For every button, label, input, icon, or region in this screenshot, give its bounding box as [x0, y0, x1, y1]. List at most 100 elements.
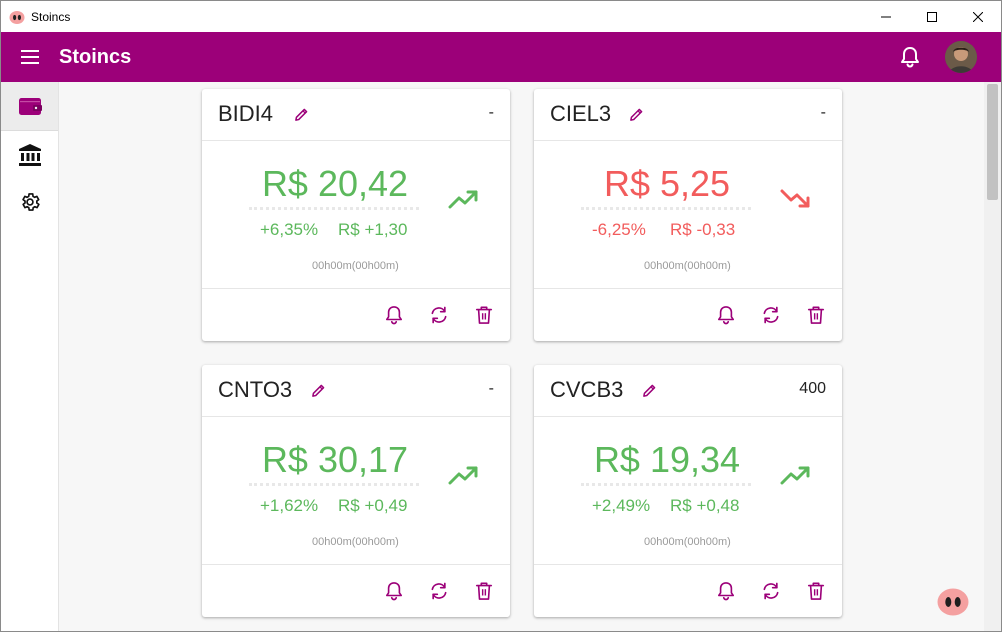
stock-price: R$ 20,42 — [261, 163, 409, 204]
edit-ticker-button[interactable] — [641, 382, 657, 398]
stock-price: R$ 19,34 — [593, 439, 741, 480]
refresh-button[interactable] — [427, 303, 451, 327]
rail-item-wallet[interactable] — [1, 82, 58, 130]
refresh-button[interactable] — [759, 303, 783, 327]
stock-list-panel: BIDI4 - R$ 20,42 +6,35% R$ +1,30 00h00m(00h00… — [59, 82, 984, 631]
trending-up-icon — [780, 466, 810, 485]
stock-quantity: 400 — [799, 380, 826, 397]
user-avatar[interactable] — [945, 41, 977, 73]
stock-change-value: R$ +0,49 — [338, 496, 408, 515]
refresh-icon — [431, 582, 447, 600]
stock-quantity: - — [488, 104, 494, 121]
pig-fab-icon[interactable] — [937, 588, 969, 616]
pencil-icon — [642, 384, 655, 397]
trend-indicator — [448, 187, 480, 211]
stock-ticker: CNTO3 — [218, 377, 293, 402]
maximize-button[interactable] — [909, 1, 955, 32]
pencil-icon — [629, 108, 642, 121]
stock-ticker: CVCB3 — [550, 377, 624, 402]
update-time: 00h00m(00h00m) — [644, 536, 731, 548]
stock-quantity: - — [820, 104, 826, 121]
edit-ticker-button[interactable] — [310, 382, 326, 398]
stock-ticker: BIDI4 — [218, 101, 274, 126]
stock-price: R$ 5,25 — [603, 163, 731, 204]
stock-ticker: CIEL3 — [550, 101, 612, 126]
card-header: BIDI4 - — [202, 89, 510, 141]
stock-change-percent: +2,49% — [592, 496, 651, 515]
refresh-icon — [763, 582, 779, 600]
trash-icon — [475, 582, 493, 600]
stock-price: R$ 30,17 — [261, 439, 409, 480]
pencil-icon — [294, 108, 307, 121]
card-header: CVCB3 400 — [534, 365, 842, 417]
card-actions — [534, 288, 842, 341]
stock-quantity: - — [488, 380, 494, 397]
card-actions — [534, 564, 842, 617]
close-icon — [973, 11, 983, 22]
minimize-button[interactable] — [863, 1, 909, 32]
stock-change-value: R$ -0,33 — [670, 220, 736, 239]
menu-button[interactable] — [1, 32, 59, 82]
update-time: 00h00m(00h00m) — [644, 260, 731, 272]
wallet-icon — [18, 98, 42, 115]
delete-button[interactable] — [472, 579, 496, 603]
stock-change-value: R$ +1,30 — [338, 220, 408, 239]
vertical-scrollbar[interactable] — [984, 82, 1001, 631]
stock-change-value: R$ +0,48 — [670, 496, 740, 515]
price-divider — [249, 483, 419, 486]
refresh-button[interactable] — [427, 579, 451, 603]
trend-indicator — [780, 187, 812, 211]
bell-icon — [717, 582, 735, 601]
scrollbar-thumb[interactable] — [987, 84, 998, 200]
alert-button[interactable] — [714, 303, 738, 327]
price-divider — [249, 207, 419, 210]
hamburger-menu-icon — [21, 50, 39, 64]
card-actions — [202, 288, 510, 341]
pencil-icon — [311, 384, 324, 397]
stock-change-percent: +6,35% — [260, 220, 319, 239]
maximize-icon — [927, 11, 937, 22]
edit-ticker-button[interactable] — [293, 106, 309, 122]
delete-button[interactable] — [804, 579, 828, 603]
alert-button[interactable] — [382, 303, 406, 327]
update-time: 00h00m(00h00m) — [312, 536, 399, 548]
gear-icon — [21, 193, 40, 211]
trending-up-icon — [448, 466, 478, 485]
side-rail — [1, 82, 59, 631]
rail-item-bank[interactable] — [1, 131, 58, 179]
trash-icon — [807, 582, 825, 600]
delete-button[interactable] — [472, 303, 496, 327]
stock-card: CNTO3 - R$ 30,17 +1,62% R$ +0,49 00h00m(00h00… — [202, 365, 510, 617]
price-divider — [581, 207, 751, 210]
refresh-button[interactable] — [759, 579, 783, 603]
avatar-image — [945, 41, 977, 73]
delete-button[interactable] — [804, 303, 828, 327]
bell-icon — [385, 306, 403, 325]
price-divider — [581, 483, 751, 486]
bell-icon — [901, 47, 919, 68]
window-titlebar: Stoincs — [1, 1, 1001, 32]
notifications-button[interactable] — [897, 44, 923, 70]
bell-icon — [385, 582, 403, 601]
stock-card: CVCB3 400 R$ 19,34 +2,49% R$ +0,48 00h00m(00h… — [534, 365, 842, 617]
update-time: 00h00m(00h00m) — [312, 260, 399, 272]
window-title: Stoincs — [31, 9, 71, 24]
card-actions — [202, 564, 510, 617]
stock-card: BIDI4 - R$ 20,42 +6,35% R$ +1,30 00h00m(00h00… — [202, 89, 510, 341]
stock-change-percent: -6,25% — [592, 220, 646, 239]
trending-down-icon — [780, 189, 810, 208]
trend-indicator — [780, 463, 812, 487]
refresh-icon — [763, 306, 779, 324]
pig-logo-icon — [9, 10, 25, 24]
card-header: CIEL3 - — [534, 89, 842, 141]
alert-button[interactable] — [714, 579, 738, 603]
rail-item-settings[interactable] — [1, 178, 58, 226]
window-controls — [863, 1, 1001, 32]
card-header: CNTO3 - — [202, 365, 510, 417]
trending-up-icon — [448, 190, 478, 209]
trash-icon — [475, 306, 493, 324]
alert-button[interactable] — [382, 579, 406, 603]
edit-ticker-button[interactable] — [628, 106, 644, 122]
close-button[interactable] — [955, 1, 1001, 32]
app-window: Stoincs Stoincs BIDI4 - R$ 20,42 +6,35% … — [0, 0, 1002, 632]
